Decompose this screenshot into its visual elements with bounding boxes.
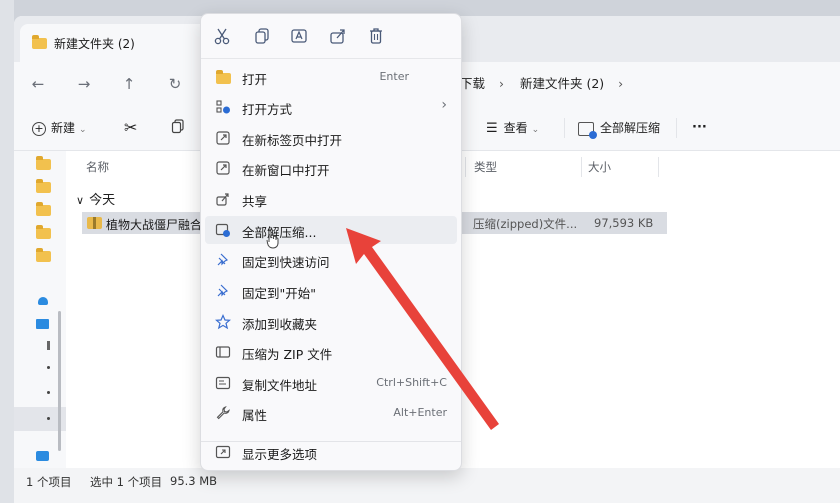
red-arrow-annotation	[346, 228, 499, 430]
mouse-cursor-icon	[266, 230, 279, 249]
arrow-icon	[346, 228, 499, 430]
